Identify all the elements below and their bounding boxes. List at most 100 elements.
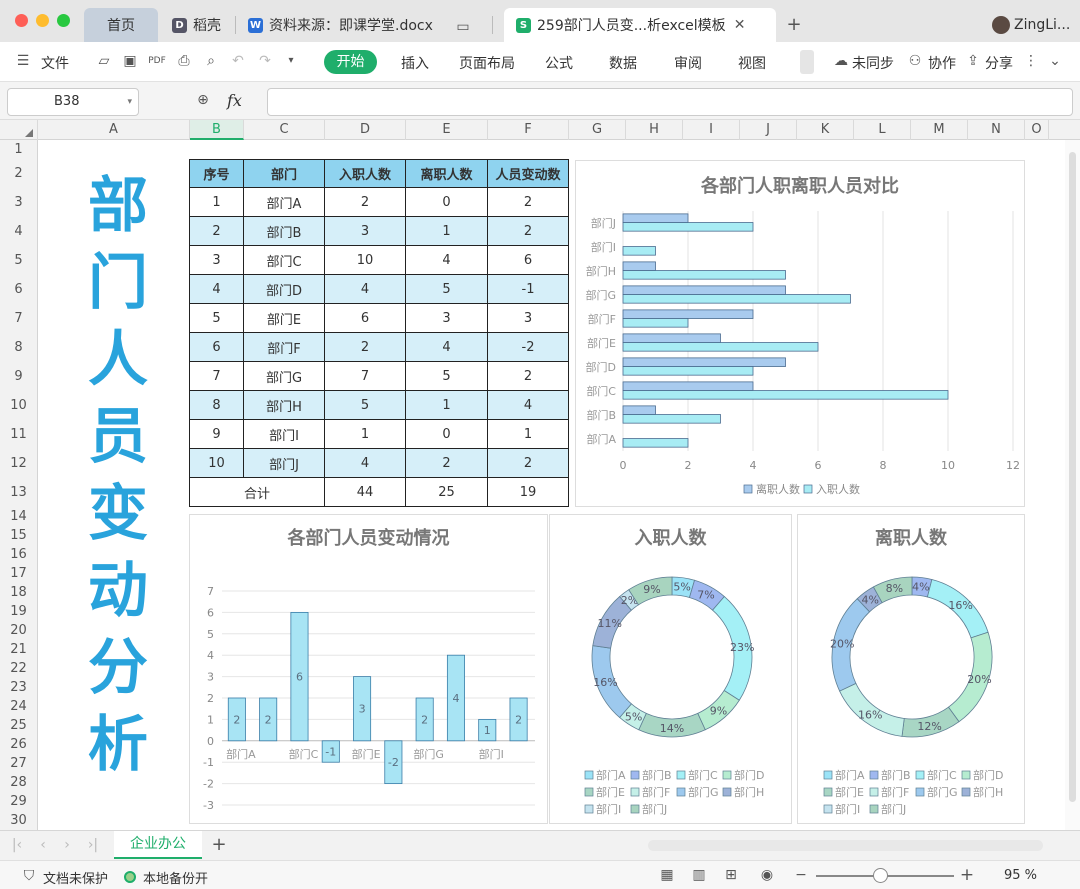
tab-daoke[interactable]: D 稻壳 (160, 8, 233, 42)
bar-hire[interactable] (622, 342, 819, 352)
bar-leave[interactable] (622, 285, 786, 295)
tab-start[interactable]: 开始 (324, 50, 377, 74)
row-header[interactable]: 22 (0, 659, 37, 678)
total-label[interactable]: 合计 (189, 477, 325, 507)
row-header[interactable]: 14 (0, 507, 37, 526)
row-header[interactable]: 23 (0, 678, 37, 697)
tab-home[interactable]: 首页 (84, 8, 158, 42)
column-header-j[interactable]: J (740, 120, 797, 140)
function-icon[interactable]: fx (227, 91, 242, 110)
table-cell[interactable]: 4 (324, 448, 406, 478)
formula-input[interactable] (267, 88, 1073, 116)
save-icon[interactable]: ▣ (121, 52, 139, 70)
table-cell[interactable]: 3 (189, 245, 244, 275)
next-sheet-icon[interactable]: › (58, 836, 76, 854)
table-cell[interactable]: 0 (405, 419, 488, 449)
row-header[interactable]: 7 (0, 304, 37, 333)
table-cell[interactable]: -1 (487, 274, 569, 304)
first-sheet-icon[interactable]: |‹ (8, 836, 26, 854)
table-cell[interactable]: 5 (405, 361, 488, 391)
table-cell[interactable]: 6 (487, 245, 569, 275)
avatar[interactable] (992, 16, 1010, 34)
table-cell[interactable]: 部门J (243, 448, 325, 478)
table-cell[interactable]: 4 (405, 245, 488, 275)
column-header-h[interactable]: H (626, 120, 683, 140)
table-cell[interactable]: 3 (487, 303, 569, 333)
bar-hire[interactable] (622, 222, 754, 232)
column-header-m[interactable]: M (911, 120, 968, 140)
row-header[interactable]: 8 (0, 333, 37, 362)
prev-sheet-icon[interactable]: ‹ (34, 836, 52, 854)
tab-data[interactable]: 数据 (609, 53, 637, 73)
file-menu[interactable]: 文件 (41, 53, 69, 73)
row-header[interactable]: 11 (0, 420, 37, 449)
table-header[interactable]: 人员变动数 (487, 159, 569, 188)
add-sheet-button[interactable]: + (210, 836, 228, 854)
table-cell[interactable]: 1 (189, 187, 244, 217)
table-cell[interactable]: 0 (405, 187, 488, 217)
table-cell[interactable]: 6 (189, 332, 244, 362)
bar-hire[interactable] (622, 318, 689, 328)
bar-hire[interactable] (622, 414, 721, 424)
select-all-corner[interactable] (0, 120, 38, 140)
more-icon[interactable]: ⋮ (1022, 52, 1040, 70)
bar-hire[interactable] (622, 390, 949, 400)
table-cell[interactable]: 9 (189, 419, 244, 449)
bar-hire[interactable] (622, 294, 851, 304)
row-header[interactable]: 24 (0, 697, 37, 716)
horizontal-scrollbar[interactable] (648, 840, 1043, 851)
row-header[interactable]: 5 (0, 246, 37, 275)
table-cell[interactable]: 1 (405, 216, 488, 246)
bar-hire[interactable] (622, 270, 786, 280)
table-cell[interactable]: 2 (487, 361, 569, 391)
minimize-window-button[interactable] (36, 14, 49, 27)
table-cell[interactable]: 2 (487, 216, 569, 246)
comparison-chart[interactable]: 各部门人职离职人员对比 0 2 4 6 8 10 12 部门A 部门B 部门C 部门D 部门E 部门F 部… (575, 160, 1025, 507)
column-header-l[interactable]: L (854, 120, 911, 140)
name-box-chevron-icon[interactable]: ▾ (127, 89, 132, 115)
table-cell[interactable]: 部门H (243, 390, 325, 420)
table-cell[interactable]: 部门D (243, 274, 325, 304)
row-header[interactable]: 28 (0, 773, 37, 792)
redo-icon[interactable]: ↷ (256, 52, 274, 70)
print-preview-icon[interactable]: ⌕ (202, 52, 220, 70)
row-header[interactable]: 6 (0, 275, 37, 304)
share-button[interactable]: 分享 (985, 53, 1013, 73)
table-cell[interactable]: 3 (324, 216, 406, 246)
row-header[interactable]: 16 (0, 545, 37, 564)
column-header-n[interactable]: N (968, 120, 1025, 140)
export-pdf-icon[interactable]: PDF (148, 52, 166, 70)
undo-icon[interactable]: ↶ (229, 52, 247, 70)
leave-donut-chart[interactable]: 离职人数 4% 16% 20% 12% 16% 20% 4% 8% 部门A 部门B 部门C 部门D 部门… (797, 514, 1025, 824)
table-cell[interactable]: 10 (324, 245, 406, 275)
table-cell[interactable]: 5 (405, 274, 488, 304)
sheet-tab-active[interactable]: 企业办公 (114, 831, 202, 859)
zoom-window-button[interactable] (57, 14, 70, 27)
table-cell[interactable]: 5 (189, 303, 244, 333)
bar-leave[interactable] (622, 381, 754, 391)
row-header[interactable]: 17 (0, 564, 37, 583)
column-header-b[interactable]: B (190, 120, 244, 140)
table-cell[interactable]: 2 (324, 332, 406, 362)
protect-status[interactable]: 文档未保护 (43, 868, 108, 887)
bar-leave[interactable] (622, 309, 754, 319)
close-window-button[interactable] (15, 14, 28, 27)
scroll-thumb[interactable] (1069, 152, 1076, 802)
row-header[interactable]: 3 (0, 188, 37, 217)
open-folder-icon[interactable]: ▱ (95, 52, 113, 70)
row-header[interactable]: 1 (0, 140, 37, 159)
table-cell[interactable]: 6 (324, 303, 406, 333)
table-cell[interactable]: 2 (487, 187, 569, 217)
name-box[interactable]: B38 ▾ (7, 88, 139, 116)
table-cell[interactable]: 2 (487, 448, 569, 478)
bar-leave[interactable] (622, 213, 689, 223)
total-cell[interactable]: 44 (324, 477, 406, 507)
table-header[interactable]: 序号 (189, 159, 244, 188)
column-header-a[interactable]: A (38, 120, 190, 140)
column-header-k[interactable]: K (797, 120, 854, 140)
table-cell[interactable]: 7 (189, 361, 244, 391)
row-header[interactable]: 18 (0, 583, 37, 602)
cloud-sync-icon[interactable]: ☁ (832, 52, 850, 70)
row-header[interactable]: 29 (0, 792, 37, 811)
row-header[interactable]: 10 (0, 391, 37, 420)
